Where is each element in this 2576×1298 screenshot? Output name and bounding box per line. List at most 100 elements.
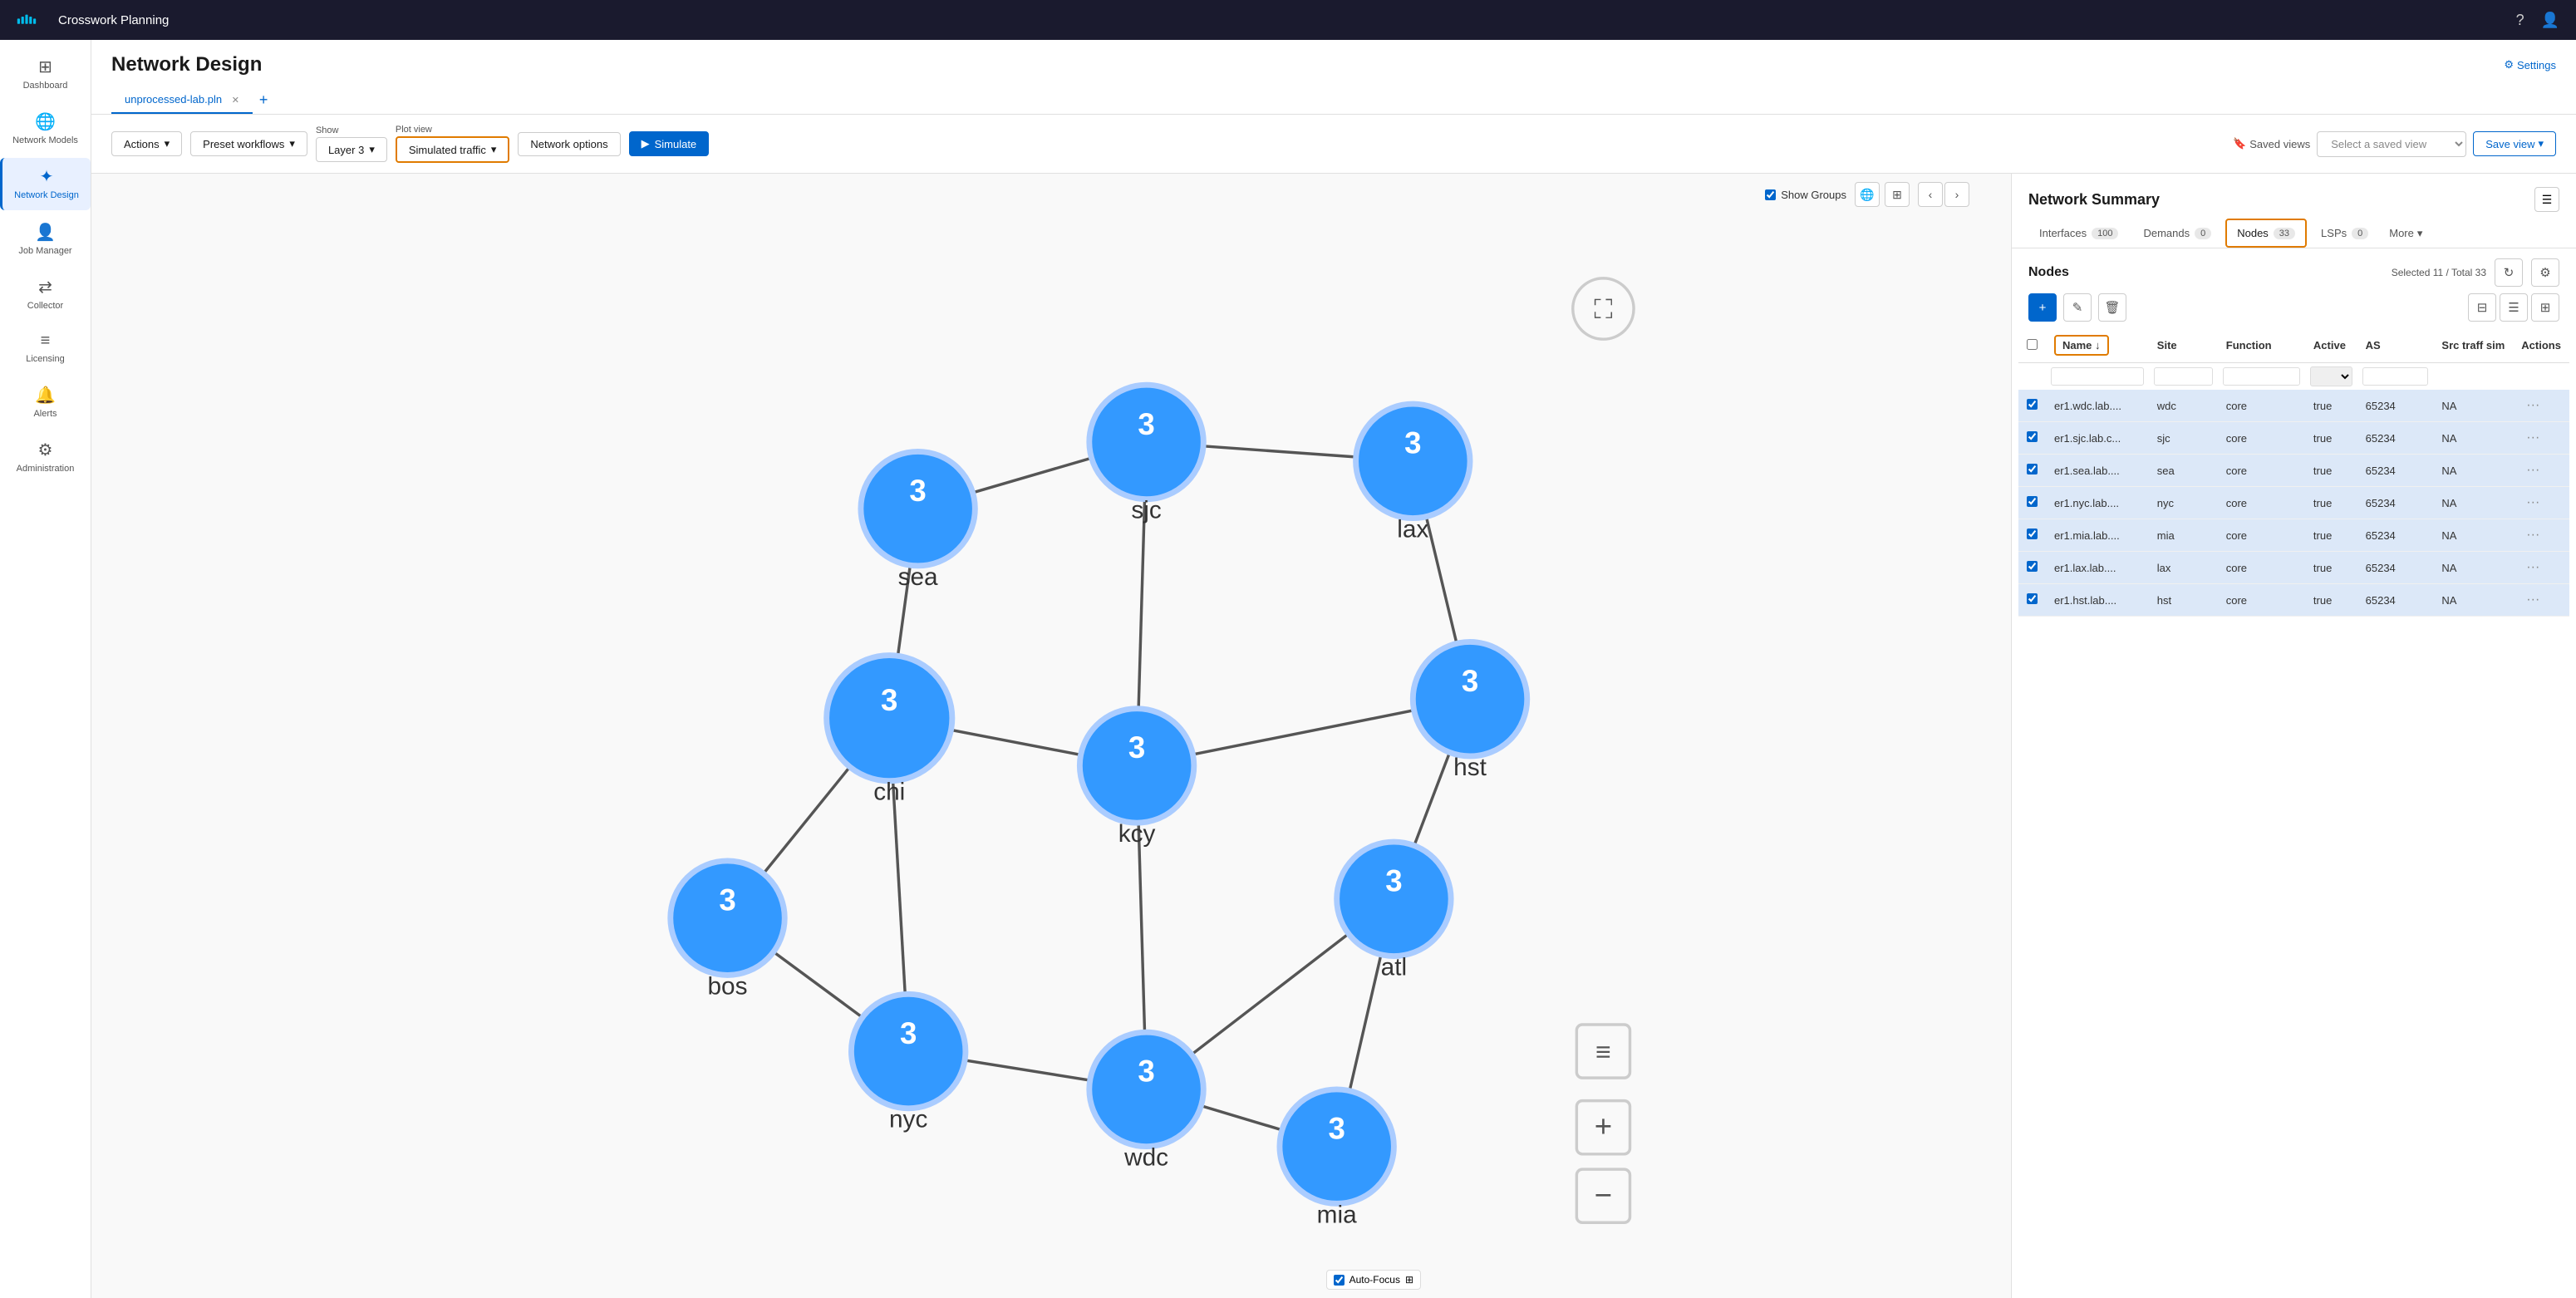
row-checkbox[interactable] xyxy=(2027,496,2038,507)
node-sea[interactable] xyxy=(861,451,975,565)
node-nyc[interactable] xyxy=(851,994,965,1108)
panel-expand-button[interactable]: ☰ xyxy=(2534,187,2559,212)
simulate-button[interactable]: ▶ Simulate xyxy=(629,131,710,156)
sidebar-item-network-design[interactable]: ✦ Network Design xyxy=(0,158,91,209)
list-view-button[interactable]: ☰ xyxy=(2500,293,2528,322)
svg-text:lax: lax xyxy=(1397,515,1428,543)
filter-icon-button[interactable]: ⊟ xyxy=(2468,293,2496,322)
row-checkbox[interactable] xyxy=(2027,529,2038,539)
nodes-section: Nodes Selected 11 / Total 33 ↻ ⚙ + ✎ 🗑 ⊟ xyxy=(2012,248,2576,1298)
edit-node-button[interactable]: ✎ xyxy=(2063,293,2092,322)
col-src-traff-sim[interactable]: Src traff sim xyxy=(2433,328,2513,363)
user-icon[interactable]: 👤 xyxy=(2541,12,2559,29)
sidebar-item-licensing[interactable]: ≡ Licensing xyxy=(0,323,91,373)
node-chi[interactable] xyxy=(827,656,952,781)
filter-function-input[interactable] xyxy=(2223,367,2300,386)
sidebar-item-dashboard[interactable]: ⊞ Dashboard xyxy=(0,48,91,100)
show-groups-checkbox[interactable] xyxy=(1765,189,1776,200)
simulate-label: Simulate xyxy=(655,138,697,150)
add-node-button[interactable]: + xyxy=(2028,293,2057,322)
nav-prev-button[interactable]: ‹ xyxy=(1918,182,1943,207)
lsps-label: LSPs xyxy=(2321,227,2347,239)
node-mia[interactable] xyxy=(1280,1089,1394,1203)
tab-close-icon[interactable]: ✕ xyxy=(232,96,239,106)
row-actions-button[interactable]: ··· xyxy=(2521,494,2544,512)
filter-active-select[interactable]: true false xyxy=(2310,366,2352,386)
expand-icon[interactable]: ⊞ xyxy=(1405,1274,1413,1286)
zoom-in-icon[interactable]: + xyxy=(1576,1101,1630,1154)
simulated-traffic-label: Simulated traffic xyxy=(409,144,486,156)
layer3-button[interactable]: Layer 3 ▾ xyxy=(316,137,387,162)
summary-tab-nodes[interactable]: Nodes 33 xyxy=(2225,219,2307,248)
row-actions-button[interactable]: ··· xyxy=(2521,558,2544,577)
settings-link[interactable]: ⚙ Settings xyxy=(2504,58,2556,71)
tab-unprocessed-lab[interactable]: unprocessed-lab.pln ✕ xyxy=(111,86,253,114)
row-active: true xyxy=(2305,422,2357,455)
nav-next-button[interactable]: › xyxy=(1944,182,1969,207)
more-label: More xyxy=(2389,227,2414,239)
node-wdc[interactable] xyxy=(1089,1032,1203,1146)
node-lax[interactable] xyxy=(1356,404,1470,518)
col-function[interactable]: Function xyxy=(2218,328,2305,363)
row-actions-button[interactable]: ··· xyxy=(2521,396,2544,415)
grid-view-button[interactable]: ⊞ xyxy=(2531,293,2559,322)
simulated-traffic-button[interactable]: Simulated traffic ▾ xyxy=(396,136,510,163)
show-groups-checkbox-area[interactable]: Show Groups xyxy=(1765,189,1846,201)
node-hst[interactable] xyxy=(1413,642,1526,755)
filter-as-input[interactable] xyxy=(2362,367,2429,386)
settings-columns-button[interactable]: ⚙ xyxy=(2531,258,2559,287)
col-as[interactable]: AS xyxy=(2357,328,2434,363)
col-name[interactable]: Name ↓ xyxy=(2046,328,2149,363)
select-all-checkbox[interactable] xyxy=(2027,339,2038,350)
nodes-actions: + ✎ 🗑 ⊟ ☰ ⊞ xyxy=(2012,293,2576,328)
save-view-button[interactable]: Save view ▾ xyxy=(2473,131,2556,156)
sidebar-item-network-models[interactable]: 🌐 Network Models xyxy=(0,103,91,155)
more-button[interactable]: More ▾ xyxy=(2382,220,2429,247)
row-actions-button[interactable]: ··· xyxy=(2521,526,2544,544)
sidebar-item-collector[interactable]: ⇄ Collector xyxy=(0,268,91,320)
globe-icon-button[interactable]: 🌐 xyxy=(1855,182,1880,207)
row-checkbox[interactable] xyxy=(2027,561,2038,572)
actions-button[interactable]: Actions ▾ xyxy=(111,131,182,156)
network-options-button[interactable]: Network options xyxy=(518,132,620,156)
preset-workflows-button[interactable]: Preset workflows ▾ xyxy=(190,131,307,156)
node-sjc[interactable] xyxy=(1089,385,1203,499)
row-checkbox[interactable] xyxy=(2027,593,2038,604)
row-actions-button[interactable]: ··· xyxy=(2521,591,2544,609)
delete-node-button[interactable]: 🗑 xyxy=(2098,293,2126,322)
hierarchy-icon[interactable]: ⛶ xyxy=(1573,278,1634,339)
row-actions-button[interactable]: ··· xyxy=(2521,429,2544,447)
help-icon[interactable]: ? xyxy=(2516,12,2524,29)
row-actions-cell: ··· xyxy=(2513,455,2569,487)
row-checkbox[interactable] xyxy=(2027,431,2038,442)
saved-views-select[interactable]: Select a saved view xyxy=(2317,131,2466,157)
zoom-out-icon[interactable]: − xyxy=(1576,1169,1630,1222)
filter-site-input[interactable] xyxy=(2154,367,2213,386)
row-actions-button[interactable]: ··· xyxy=(2521,461,2544,479)
col-site[interactable]: Site xyxy=(2149,328,2218,363)
summary-tab-demands[interactable]: Demands 0 xyxy=(2132,219,2222,247)
node-bos[interactable] xyxy=(671,861,784,975)
col-active[interactable]: Active xyxy=(2305,328,2357,363)
table-header-row: Name ↓ Site Function Active AS Src traff… xyxy=(2018,328,2569,363)
table-row: er1.hst.lab.... hst core true 65234 NA ·… xyxy=(2018,584,2569,617)
filter-name-input[interactable] xyxy=(2051,367,2144,386)
row-checkbox[interactable] xyxy=(2027,464,2038,474)
sidebar-item-alerts[interactable]: 🔔 Alerts xyxy=(0,376,91,428)
filter-site-cell xyxy=(2149,363,2218,391)
sidebar-item-job-manager[interactable]: 👤 Job Manager xyxy=(0,214,91,265)
auto-focus-checkbox[interactable] xyxy=(1334,1275,1345,1286)
panel-header: Network Summary ☰ xyxy=(2012,174,2576,219)
node-kcy[interactable] xyxy=(1079,709,1193,823)
node-atl[interactable] xyxy=(1337,842,1451,956)
filter-active-cell: true false xyxy=(2305,363,2357,391)
topbar: Crosswork Planning ? 👤 xyxy=(0,0,2576,40)
refresh-button[interactable]: ↻ xyxy=(2495,258,2523,287)
summary-tab-interfaces[interactable]: Interfaces 100 xyxy=(2028,219,2129,247)
map-list-icon[interactable]: ≡ xyxy=(1576,1025,1630,1078)
layout-icon-button[interactable]: ⊞ xyxy=(1885,182,1910,207)
row-checkbox[interactable] xyxy=(2027,399,2038,410)
tab-add-button[interactable]: + xyxy=(253,91,275,109)
sidebar-item-administration[interactable]: ⚙ Administration xyxy=(0,431,91,483)
summary-tab-lsps[interactable]: LSPs 0 xyxy=(2310,219,2379,247)
